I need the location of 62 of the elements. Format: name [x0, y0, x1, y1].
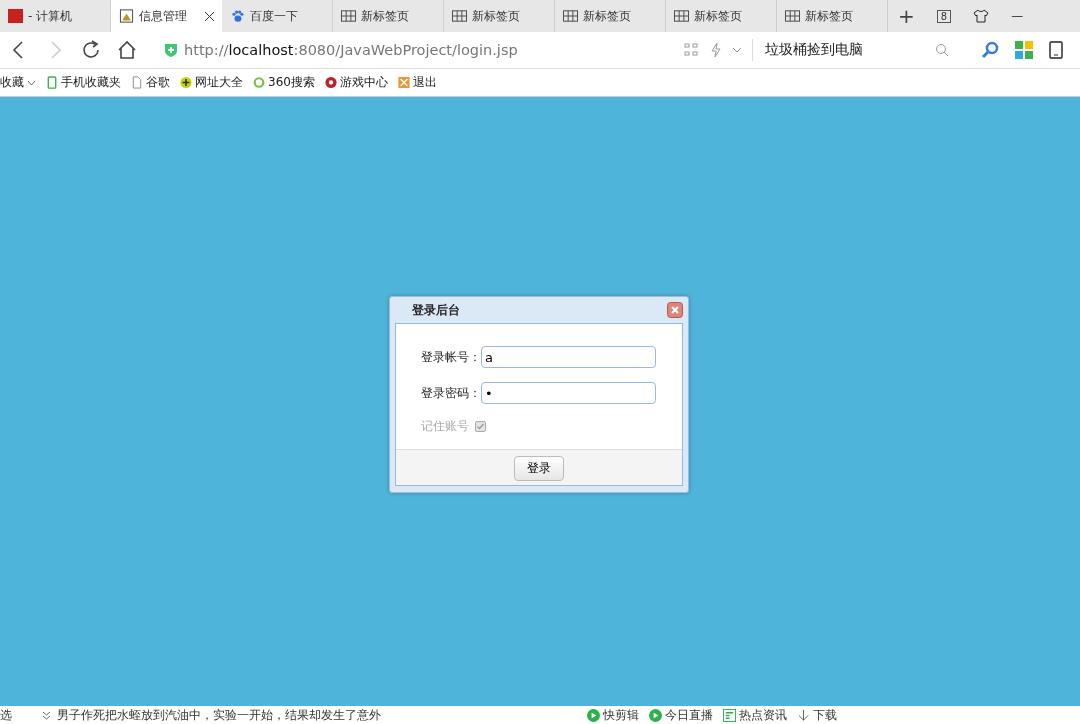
chevron-down-icon[interactable]: [42, 710, 51, 720]
apps-icon[interactable]: [1015, 41, 1033, 59]
image-icon: [119, 9, 134, 23]
new-tab-button[interactable]: +: [898, 4, 915, 28]
url-text[interactable]: http://localhost:8080/JavaWebProject/login.jsp: [184, 42, 518, 58]
grid-icon: [563, 9, 578, 23]
close-icon[interactable]: [205, 11, 214, 21]
input-field[interactable]: •: [481, 382, 656, 404]
shirt-icon[interactable]: [973, 9, 990, 23]
exit-icon: [397, 76, 410, 89]
dialog-title: 登录后台: [412, 301, 460, 319]
field-label: 登录帐号：: [421, 348, 481, 366]
tab-title: 新标签页: [361, 7, 409, 25]
input-field[interactable]: a: [481, 346, 656, 368]
tab-title: 新标签页: [583, 7, 631, 25]
bookmark-link[interactable]: 退出: [412, 74, 437, 91]
reload-icon[interactable]: [80, 39, 102, 61]
app-icon: [8, 9, 23, 23]
grid-icon: [452, 9, 467, 23]
bookmark-link[interactable]: 网址大全: [195, 74, 243, 91]
plus-circle-icon: [180, 76, 192, 89]
grid-icon: [674, 9, 689, 23]
tab-title: 新标签页: [805, 7, 853, 25]
search-icon[interactable]: [935, 43, 949, 57]
browser-tab[interactable]: 信息管理: [111, 0, 222, 32]
bookmark-link[interactable]: 手机收藏夹: [61, 74, 121, 91]
bookmark-link[interactable]: 谷歌: [146, 74, 170, 91]
news-headline[interactable]: 男子作死把水蛭放到汽油中，实验一开始，结果却发生了意外: [57, 707, 587, 723]
grid-icon: [341, 9, 356, 23]
grid-icon: [785, 9, 800, 23]
tab-title: 新标签页: [694, 7, 742, 25]
bookmark-link[interactable]: 游戏中心: [339, 74, 388, 91]
tab-count[interactable]: 8: [936, 9, 952, 23]
remember-label: 记住账号: [421, 418, 469, 435]
shield-icon: [164, 42, 178, 58]
status-item[interactable]: 快剪辑: [603, 707, 639, 723]
status-item[interactable]: 今日直播: [665, 707, 713, 723]
tab-title: 信息管理: [139, 7, 187, 25]
login-button[interactable]: 登录: [514, 456, 564, 481]
search-field[interactable]: 垃圾桶捡到电脑: [763, 41, 927, 59]
tablet-icon[interactable]: [1049, 41, 1063, 59]
ring-icon: [253, 76, 265, 89]
minimize-button[interactable]: —: [1011, 9, 1024, 23]
home-icon[interactable]: [116, 39, 138, 61]
tab-title: - 计算机: [28, 7, 73, 25]
status-text: 选: [0, 707, 12, 723]
status-item[interactable]: 热点资讯: [739, 707, 787, 723]
document-icon: [131, 76, 143, 89]
chevron-down-icon[interactable]: [27, 79, 36, 86]
status-item[interactable]: 下载: [813, 707, 837, 723]
field-label: 登录密码：: [421, 384, 481, 402]
lightning-icon[interactable]: [710, 42, 722, 58]
paw-icon: [230, 9, 245, 23]
bookmark-link[interactable]: 360搜索: [268, 74, 315, 91]
key-icon[interactable]: [981, 41, 999, 59]
phone-icon: [46, 76, 58, 89]
game-icon: [324, 76, 337, 89]
chevron-down-icon[interactable]: [732, 46, 742, 54]
tab-title: 新标签页: [472, 7, 520, 25]
download-icon: [797, 708, 810, 722]
bookmark-link[interactable]: 收藏: [0, 74, 24, 91]
tab-title: 百度一下: [250, 7, 298, 25]
